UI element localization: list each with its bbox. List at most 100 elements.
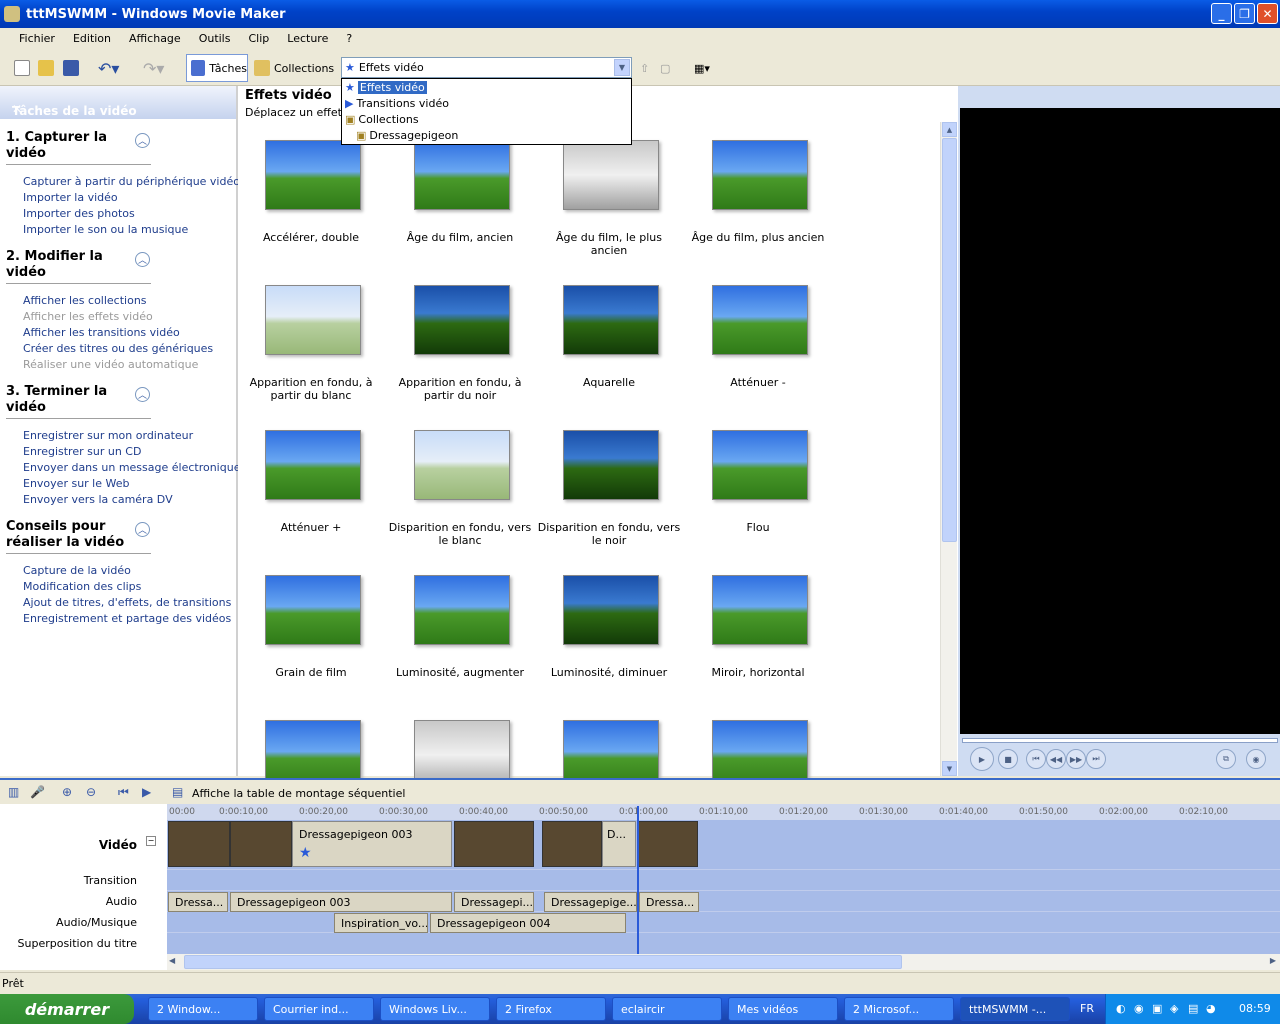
task-link[interactable]: Afficher les collections [23, 294, 147, 307]
new-folder-icon[interactable]: ▢ [660, 58, 670, 78]
menu-outils[interactable]: Outils [190, 32, 240, 45]
tray-icon[interactable]: ◈ [1170, 1002, 1178, 1015]
video-clip[interactable] [542, 821, 602, 867]
task-link[interactable]: Modification des clips [23, 580, 141, 593]
save-icon[interactable] [63, 60, 79, 76]
tray-icon[interactable]: ◐ [1116, 1002, 1126, 1015]
effect-thumbnail[interactable] [563, 140, 659, 210]
task-link[interactable]: Enregistrer sur un CD [23, 445, 141, 458]
stop-icon[interactable]: ■ [998, 749, 1018, 769]
collapse-icon[interactable]: ︿ [135, 133, 150, 148]
previous-frame-icon[interactable]: ⏮ [1026, 749, 1046, 769]
collapse-icon[interactable]: ︿ [135, 522, 150, 537]
views-icon[interactable]: ▦▾ [694, 58, 710, 78]
play-timeline-icon[interactable]: ▶ [142, 785, 151, 799]
audio-clip[interactable]: Dressa... [168, 892, 228, 912]
forward-icon[interactable]: ▶▶ [1066, 749, 1086, 769]
effect-thumbnail[interactable] [414, 575, 510, 645]
task-link[interactable]: Envoyer dans un message électronique [23, 461, 240, 474]
start-button[interactable]: démarrer [0, 994, 134, 1024]
effect-thumbnail[interactable] [712, 430, 808, 500]
audio-clip[interactable]: Dressagepi... [454, 892, 534, 912]
effect-thumbnail[interactable] [414, 430, 510, 500]
video-clip[interactable] [638, 821, 698, 867]
scroll-left-icon[interactable]: ◀ [169, 956, 175, 965]
menu-lecture[interactable]: Lecture [278, 32, 337, 45]
dropdown-item-effets[interactable]: ★ Effets vidéo [342, 79, 631, 95]
effect-thumbnail[interactable] [414, 285, 510, 355]
tray-icon[interactable]: ▤ [1188, 1002, 1198, 1015]
storyboard-icon[interactable]: ▥ [8, 785, 19, 799]
collections-button[interactable]: Collections [254, 54, 334, 82]
taskbar-item[interactable]: Mes vidéos [728, 997, 838, 1021]
language-indicator[interactable]: FR [1080, 1002, 1094, 1015]
storyboard-switch-label[interactable]: Affiche la table de montage séquentiel [192, 787, 405, 800]
task-link[interactable]: Importer la vidéo [23, 191, 118, 204]
effect-thumbnail[interactable] [414, 140, 510, 210]
audio-clip[interactable]: Dressagepige... [544, 892, 637, 912]
effect-thumbnail[interactable] [563, 285, 659, 355]
effect-thumbnail[interactable] [265, 430, 361, 500]
effect-thumbnail[interactable] [265, 285, 361, 355]
close-button[interactable]: ✕ [1257, 3, 1278, 24]
effect-thumbnail[interactable] [265, 140, 361, 210]
menu-clip[interactable]: Clip [239, 32, 278, 45]
task-link[interactable]: Enregistrer sur mon ordinateur [23, 429, 193, 442]
video-clip[interactable] [454, 821, 534, 867]
task-link[interactable]: Envoyer sur le Web [23, 477, 129, 490]
new-icon[interactable] [14, 60, 30, 76]
restore-button[interactable]: ❐ [1234, 3, 1255, 24]
task-link[interactable]: Capturer à partir du périphérique vidéo [23, 175, 240, 188]
effect-thumbnail[interactable] [563, 430, 659, 500]
zoom-out-icon[interactable]: ⊖ [86, 785, 96, 799]
task-link[interactable]: Importer des photos [23, 207, 135, 220]
task-link[interactable]: Créer des titres ou des génériques [23, 342, 213, 355]
taskbar-item[interactable]: Windows Liv... [380, 997, 490, 1021]
task-link[interactable]: Importer le son ou la musique [23, 223, 188, 236]
narrate-icon[interactable]: 🎤 [30, 785, 45, 799]
undo-icon[interactable]: ↶▾ [98, 58, 119, 78]
task-link[interactable]: Capture de la vidéo [23, 564, 131, 577]
next-frame-icon[interactable]: ⏭ [1086, 749, 1106, 769]
taskbar-item[interactable]: 2 Microsof... [844, 997, 954, 1021]
effect-thumbnail[interactable] [712, 575, 808, 645]
playhead[interactable] [637, 806, 639, 954]
tray-icon[interactable]: ◉ [1134, 1002, 1144, 1015]
clock[interactable]: 08:59 [1239, 1002, 1271, 1015]
scroll-up-icon[interactable]: ▲ [942, 122, 957, 137]
music-clip[interactable]: Dressagepigeon 004 [430, 913, 626, 933]
scroll-down-icon[interactable]: ▼ [942, 761, 957, 776]
taskbar-item[interactable]: 2 Window... [148, 997, 258, 1021]
redo-icon[interactable]: ↷▾ [143, 58, 164, 78]
snapshot-icon[interactable]: ◉ [1246, 749, 1266, 769]
taskbar-item-active[interactable]: tttMSWMM -... [960, 997, 1070, 1021]
minimize-button[interactable]: _ [1211, 3, 1232, 24]
tray-icon[interactable]: ◕ [1206, 1002, 1216, 1015]
scroll-thumb[interactable] [184, 955, 902, 969]
dropdown-item-transitions[interactable]: ▶ Transitions vidéo [342, 95, 631, 111]
close-icon[interactable]: ✕ [12, 102, 222, 116]
taskbar-item[interactable]: 2 Firefox [496, 997, 606, 1021]
rewind-timeline-icon[interactable]: ⏮ [118, 785, 129, 800]
video-clip[interactable] [230, 821, 292, 867]
vertical-scrollbar[interactable]: ▲ ▼ [940, 122, 957, 776]
video-clip[interactable] [168, 821, 230, 867]
menu-fichier[interactable]: Fichier [10, 32, 64, 45]
dropdown-item-collections[interactable]: ▣ Collections [342, 111, 631, 127]
scroll-thumb[interactable] [942, 138, 957, 542]
audio-clip[interactable]: Dressa... [639, 892, 699, 912]
tray-icon[interactable]: ▣ [1152, 1002, 1162, 1015]
open-icon[interactable] [38, 60, 54, 76]
collapse-icon[interactable]: ︿ [135, 387, 150, 402]
video-clip[interactable]: Dressagepigeon 003 ★ [292, 821, 452, 867]
taskbar-item[interactable]: eclaircir [612, 997, 722, 1021]
collapse-icon[interactable]: ︿ [135, 252, 150, 267]
taches-button[interactable]: Tâches [186, 54, 248, 82]
effect-thumbnail[interactable] [712, 140, 808, 210]
collections-combo[interactable]: ★ Effets vidéo ▼ [341, 57, 632, 78]
storyboard-switch-icon[interactable]: ▤ [172, 785, 183, 799]
scroll-right-icon[interactable]: ▶ [1270, 956, 1276, 965]
collapse-icon[interactable]: − [146, 836, 156, 846]
timeline-ruler[interactable]: 00:00 0:00:10,00 0:00:20,00 0:00:30,00 0… [167, 804, 1280, 820]
menu-affichage[interactable]: Affichage [120, 32, 190, 45]
